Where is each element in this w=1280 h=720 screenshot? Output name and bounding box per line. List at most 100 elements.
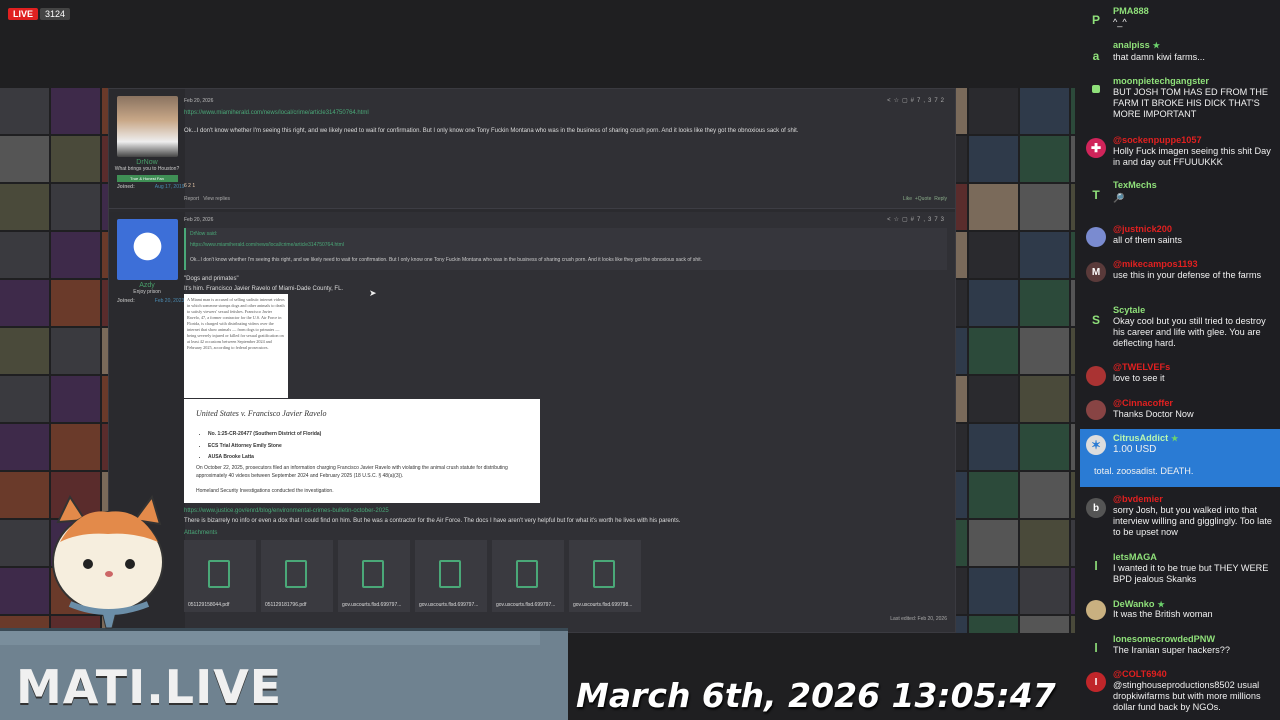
attachment-item[interactable]: gov.uscourts.flsd.699797... (492, 540, 564, 612)
attachment-item[interactable]: 051129158044.pdf (184, 540, 256, 612)
post-actions: <☆▢#7,373 (887, 216, 947, 223)
chat-message: T TexMechs 🔎 (1080, 178, 1280, 214)
collage-tile (1071, 520, 1075, 566)
chat-text: use this in your defense of the farms (1113, 270, 1262, 280)
collage-tile (1020, 232, 1069, 278)
chat-username[interactable]: @bvdemier (1113, 494, 1163, 505)
avatar[interactable] (116, 219, 178, 280)
attachment-filename: 051129158044.pdf (188, 602, 230, 608)
chat-username[interactable]: TexMechs (1113, 180, 1157, 191)
attachment-filename: gov.uscourts.flsd.699797... (419, 602, 479, 608)
attachment-filename: gov.uscourts.flsd.699798... (573, 602, 633, 608)
collage-tile (969, 184, 1018, 230)
quote-button[interactable]: +Quote (915, 196, 932, 202)
attachment-item[interactable]: 051129181796.pdf (261, 540, 333, 612)
user-title: What brings you to Houston? (114, 166, 180, 172)
collage-tile (0, 328, 49, 374)
chat-text: total. zoosadist. DEATH. (1094, 466, 1194, 476)
collage-tile (1071, 328, 1075, 374)
chat-message: I @COLT6940 @stinghouseproductions8502 u… (1080, 667, 1280, 720)
chat-username[interactable]: @sockenpuppe1057 (1113, 135, 1202, 146)
doj-document-image[interactable]: United States v. Francisco Javier Ravelo… (184, 399, 540, 503)
report-icon[interactable]: ▢ (902, 217, 911, 223)
user-initial-icon: b (1086, 498, 1106, 518)
chat-username-text: analpiss (1113, 40, 1150, 50)
avatar[interactable] (116, 96, 178, 157)
collage-tile (969, 280, 1018, 326)
chat-username[interactable]: @Cinnacoffer (1113, 398, 1173, 409)
chat-username[interactable]: CitrusAddict ★ (1113, 433, 1178, 444)
report-link[interactable]: Report (184, 196, 199, 202)
post-date[interactable]: Feb 20, 2026 (184, 98, 213, 104)
collage-tile (969, 232, 1018, 278)
bookmark-icon[interactable]: ☆ (894, 98, 902, 104)
collage-tile (51, 424, 100, 470)
post-number[interactable]: #7,372 (911, 98, 947, 104)
report-icon[interactable]: ▢ (902, 98, 911, 104)
joined-info: Joined: Aug 17, 2019 (109, 184, 185, 190)
collage-tile (51, 184, 100, 230)
post-date[interactable]: Feb 20, 2026 (184, 217, 213, 223)
chat-username[interactable]: @mikecampos1193 (1113, 259, 1198, 270)
star-badge-icon: ★ (1157, 600, 1165, 609)
collage-tile (1020, 616, 1069, 633)
chat-username[interactable]: moonpietechgangster (1113, 76, 1209, 87)
user-initial-icon: a (1092, 48, 1100, 63)
username[interactable]: Azdy (109, 282, 185, 289)
collage-tile (1071, 424, 1075, 470)
chat-username[interactable]: @TWELVEFs (1113, 362, 1170, 373)
reactions-bar[interactable]: 6 2 1 (184, 183, 195, 189)
collage-tile (969, 616, 1018, 633)
chat-text: all of them saints (1113, 235, 1182, 245)
chat-badge-icon (1092, 85, 1100, 93)
attachments-label: Attachments (184, 530, 218, 536)
like-button[interactable]: Like (903, 196, 912, 202)
doc-item: ECS Trial Attorney Emily Stone (208, 441, 321, 453)
chat-message: S Scytale Okay cool but you still tried … (1080, 302, 1280, 354)
quote-link[interactable]: https://www.miamiherald.com/news/local/c… (190, 242, 344, 248)
chat-message: a analpiss ★ that damn kiwi farms... (1080, 38, 1280, 70)
collage-tile (1020, 520, 1069, 566)
view-replies-link[interactable]: View replies (203, 196, 230, 202)
chat-text: BUT JOSH TOM HAS ED FROM THE FARM IT BRO… (1113, 87, 1269, 119)
chat-text: ^_^ (1113, 17, 1127, 27)
attachment-item[interactable]: gov.uscourts.flsd.699797... (338, 540, 410, 612)
user-initial-icon: l (1094, 640, 1098, 655)
article-clipping[interactable]: A Miami man is accused of selling sadist… (184, 294, 288, 398)
username[interactable]: DrNow (109, 159, 185, 166)
avatar (1086, 400, 1106, 420)
doc-list: No. 1:25-CR-20477 (Southern District of … (208, 429, 321, 464)
chat-username[interactable]: lonesomecrowdedPNW (1113, 634, 1215, 645)
joined-date: Aug 17, 2019 (154, 184, 185, 190)
chat-text: Holly Fuck imagen seeing this shit Day i… (1113, 146, 1271, 167)
post-line-1: "Dogs and primates" (184, 276, 239, 282)
pdf-icon (516, 560, 538, 588)
mouse-cursor-icon: ➤ (369, 288, 377, 298)
reply-button[interactable]: Reply (934, 196, 947, 202)
chat-username[interactable]: @COLT6940 (1113, 669, 1167, 680)
collage-tile (0, 232, 49, 278)
collage-tile (1071, 88, 1075, 134)
post-link[interactable]: https://www.miamiherald.com/news/local/c… (184, 110, 369, 116)
post-footer-right: Like +Quote Reply (903, 196, 947, 202)
post-number[interactable]: #7,373 (911, 217, 947, 223)
chat-username[interactable]: @justnick200 (1113, 224, 1172, 235)
chat-message: @TWELVEFs love to see it (1080, 361, 1280, 389)
attachment-item[interactable]: gov.uscourts.flsd.699798... (569, 540, 641, 612)
attachment-item[interactable]: gov.uscourts.flsd.699797... (415, 540, 487, 612)
chat-message: @Cinnacoffer Thanks Doctor Now (1080, 396, 1280, 424)
chat-username[interactable]: PMA888 (1113, 6, 1149, 17)
forum-post: DrNow What brings you to Houston? True &… (109, 89, 955, 209)
chat-username[interactable]: analpiss ★ (1113, 40, 1160, 51)
collage-tile (1020, 280, 1069, 326)
chat-text: love to see it (1113, 373, 1165, 383)
chat-username[interactable]: Scytale (1113, 305, 1145, 316)
post-link[interactable]: https://www.justice.gov/enrd/blog/enviro… (184, 508, 389, 514)
quote-author[interactable]: DrNow said: (190, 231, 217, 237)
collage-tile (1020, 136, 1069, 182)
bookmark-icon[interactable]: ☆ (894, 217, 902, 223)
collage-tile (0, 376, 49, 422)
hamster-mascot-icon (52, 494, 164, 629)
chat-text: 🔎 (1113, 193, 1125, 203)
chat-username[interactable]: letsMAGA (1113, 552, 1157, 563)
